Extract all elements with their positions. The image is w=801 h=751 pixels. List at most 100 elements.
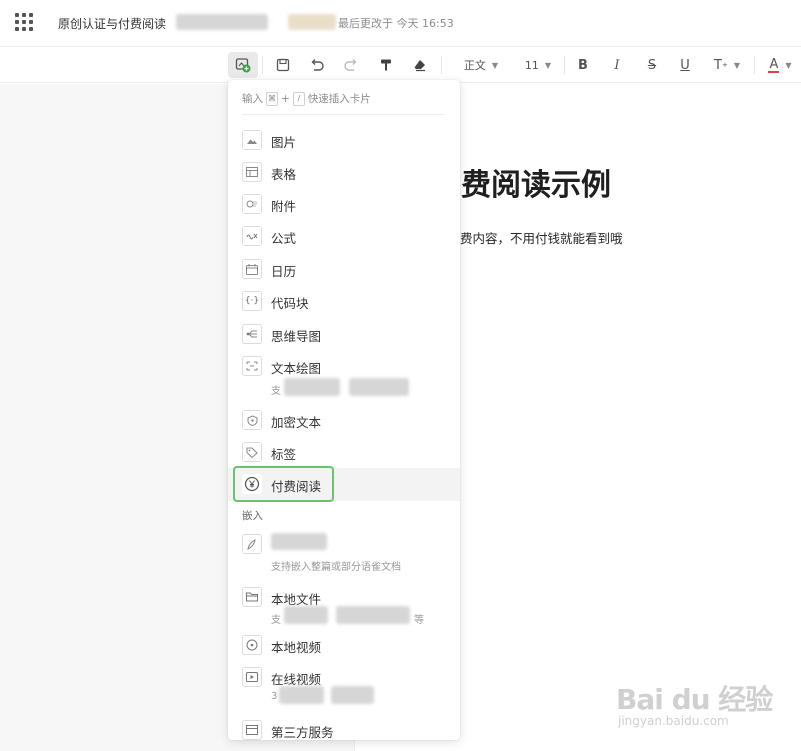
paragraph-style-select[interactable]: 正文 ▼ [454,52,508,78]
text-drawing-icon [242,356,262,376]
menu-item-label: 日历 [271,264,297,279]
menu-item-label: 标签 [271,447,297,462]
underline-button[interactable]: U [672,52,698,78]
redacted-description [284,606,328,624]
hint-suffix: 快速插入卡片 [307,93,371,105]
save-icon [276,58,290,72]
redo-button[interactable] [338,52,364,78]
watermark-url: jingyan.baidu.com [618,714,729,728]
slash-key-icon: / [292,91,305,106]
paid-reading-icon [242,474,262,494]
menu-item-label: 付费阅读 [271,479,322,494]
menu-item-text-drawing[interactable]: 文本绘图 支 [228,352,460,404]
menu-item-paid-reading[interactable]: 付费阅读 [228,468,460,501]
toolbar-divider [441,56,442,74]
menu-item-label: 附件 [271,199,297,214]
paragraph-style-value: 正文 [463,59,486,72]
toolbar-divider [564,56,565,74]
menu-item-tag[interactable]: 标签 [228,438,460,466]
menu-item-table[interactable]: 表格 [228,158,460,186]
menu-item-label: 公式 [271,231,297,246]
menu-item-label: 加密文本 [271,415,322,430]
undo-icon [311,59,324,71]
menu-item-description: 3 [271,691,278,702]
format-painter-button[interactable] [373,52,399,78]
tag-icon [242,442,262,462]
clear-format-button[interactable] [407,52,433,78]
chevron-down-icon: ▼ [785,60,792,70]
menu-item-formula[interactable]: 公式 [228,222,460,250]
insert-card-menu: 输入 ⌘ + / 快速插入卡片 图片 表格 附件 公式 日历 {·} 代码块 思… [228,80,460,740]
embed-section-label: 嵌入 [242,510,263,522]
menu-item-image[interactable]: 图片 [228,126,460,154]
encrypted-text-icon [242,410,262,430]
menu-item-calendar[interactable]: 日历 [228,255,460,283]
attachment-icon [242,194,262,214]
save-button[interactable] [270,52,296,78]
menu-item-label: 代码块 [271,296,309,311]
chevron-down-icon: ▼ [733,60,740,70]
menu-item-attachment[interactable]: 附件 [228,190,460,218]
redacted-label [271,533,327,550]
redacted-description [336,606,410,624]
font-color-select[interactable]: A ▼ [760,52,800,78]
editor-toolbar: 正文 ▼ 11 ▼ B I S U T + ▼ A ▼ [0,46,801,83]
formula-icon [242,226,262,246]
table-icon [242,162,262,182]
bold-button[interactable]: B [570,52,596,78]
strikethrough-button[interactable]: S [639,52,665,78]
redacted-description [284,378,340,396]
save-status: 最后更改于 今天 16:53 [338,17,454,30]
font-color-label: A [768,56,780,73]
format-painter-icon [381,59,391,71]
insert-card-button[interactable] [228,52,258,78]
online-video-icon [242,667,262,687]
menu-item-third-party-service[interactable]: 第三方服务 [228,716,460,740]
menu-item-code-block[interactable]: {·} 代码块 [228,287,460,315]
baidu-jingyan-watermark: Bai du 经验 jingyan.baidu.com [616,668,776,738]
toolbar-divider [754,56,755,74]
redacted-title-area [176,14,268,30]
menu-item-description-tail: 等 [414,615,424,626]
font-size-select[interactable]: 11 ▼ [518,52,558,78]
menu-item-mindmap[interactable]: 思维导图 [228,320,460,348]
apps-grid-icon[interactable] [15,13,33,31]
local-video-icon [242,635,262,655]
third-party-service-icon [242,720,262,740]
calendar-icon [242,259,262,279]
document-paragraph[interactable]: 费内容，不用付钱就能看到哦 [460,228,623,247]
menu-item-online-video[interactable]: 在线视频 3 [228,663,460,715]
hint-plus: + [281,92,290,105]
menu-item-local-video[interactable]: 本地视频 [228,631,460,659]
menu-item-label: 第三方服务 [271,725,334,740]
menu-item-yuque-doc[interactable]: 支持嵌入整篇或部分语雀文档 [228,530,460,580]
menu-item-label: 文本绘图 [271,361,322,376]
superscript-label: T [714,57,722,73]
superscript-plus-icon: + [721,61,728,69]
menu-item-label: 表格 [271,167,297,182]
command-key-icon: ⌘ [266,91,278,106]
menu-item-description: 支 [271,615,281,626]
menu-item-encrypted-text[interactable]: 加密文本 [228,406,460,434]
document-title[interactable]: 原创认证与付费阅读 [58,15,166,32]
redacted-description [279,686,324,704]
italic-button[interactable]: I [604,52,630,78]
chevron-down-icon: ▼ [491,60,499,70]
hint-prefix: 输入 [242,93,263,105]
mindmap-icon [242,324,262,344]
font-size-value: 11 [524,58,539,72]
redacted-description [349,378,409,396]
redacted-description [331,686,374,704]
undo-button[interactable] [304,52,330,78]
redacted-author-area [288,14,336,30]
app-header: 原创认证与付费阅读 最后更改于 今天 16:53 [0,0,801,46]
superscript-select[interactable]: T + ▼ [706,52,748,78]
yuque-doc-icon [242,534,262,554]
redo-icon [344,59,357,71]
local-file-icon [242,587,262,607]
menu-item-label: 思维导图 [271,329,322,344]
image-icon [242,130,262,150]
document-heading[interactable]: 费阅读示例 [461,160,611,204]
code-block-icon: {·} [242,291,262,311]
menu-item-local-file[interactable]: 本地文件 支 等 [228,583,460,635]
